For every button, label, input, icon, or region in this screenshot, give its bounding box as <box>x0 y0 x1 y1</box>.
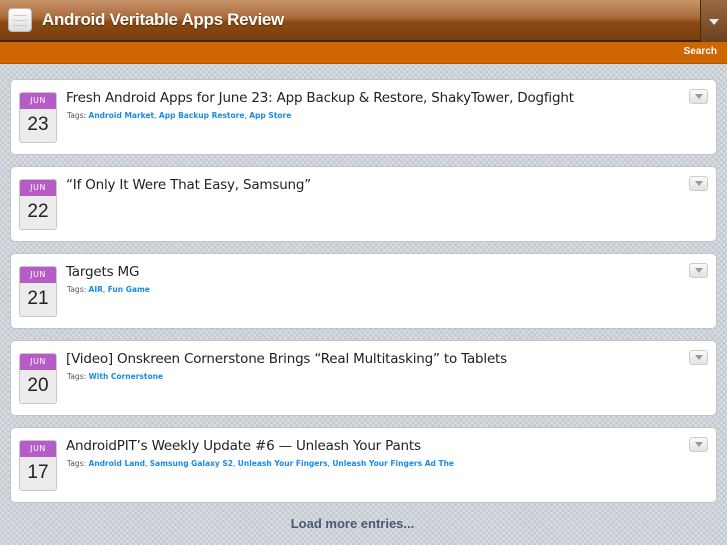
post-title[interactable]: [Video] Onskreen Cornerstone Brings “Rea… <box>66 351 507 367</box>
post-item[interactable]: JUN 23 Fresh Android Apps for June 23: Ap… <box>10 79 717 155</box>
tag-link[interactable]: AIR <box>89 285 103 294</box>
search-link[interactable]: Search <box>684 46 717 57</box>
post-item[interactable]: JUN 17 AndroidPIT’s Weekly Update #6 — Un… <box>10 427 717 503</box>
date-month: JUN <box>20 267 56 283</box>
post-tags: Tags: With Cornerstone <box>67 372 163 381</box>
post-title[interactable]: Fresh Android Apps for June 23: App Back… <box>66 90 574 106</box>
date-month: JUN <box>20 354 56 370</box>
post-title[interactable]: AndroidPIT’s Weekly Update #6 — Unleash … <box>66 438 421 454</box>
tags-label: Tags: <box>67 111 87 120</box>
post-tags: Tags: Android Market, App Backup Restore… <box>67 111 292 120</box>
date-badge: JUN 21 <box>19 266 57 317</box>
date-day: 22 <box>27 201 49 222</box>
tags-label: Tags: <box>67 285 87 294</box>
toolbar: Search <box>0 42 727 64</box>
post-options-button[interactable] <box>689 350 708 365</box>
load-more-button[interactable]: Load more entries... <box>0 516 705 531</box>
tags-label: Tags: <box>67 459 87 468</box>
date-day: 21 <box>27 288 49 309</box>
date-badge: JUN 17 <box>19 440 57 491</box>
date-month: JUN <box>20 180 56 196</box>
tags-label: Tags: <box>67 372 87 381</box>
tag-link[interactable]: Fun Game <box>108 285 150 294</box>
date-day: 20 <box>27 375 49 396</box>
post-title[interactable]: “If Only It Were That Easy, Samsung” <box>66 177 311 193</box>
tag-link[interactable]: App Store <box>249 111 291 120</box>
post-options-button[interactable] <box>689 263 708 278</box>
date-day: 23 <box>27 114 49 135</box>
app-logo-icon[interactable] <box>8 8 32 32</box>
post-tags: Tags: Android Land, Samsung Galaxy S2, U… <box>67 459 455 468</box>
post-options-button[interactable] <box>689 437 708 452</box>
date-month: JUN <box>20 441 56 457</box>
post-options-button[interactable] <box>689 89 708 104</box>
menu-dropdown-button[interactable] <box>700 0 727 42</box>
date-badge: JUN 20 <box>19 353 57 404</box>
tag-link[interactable]: Samsung Galaxy S2 <box>150 459 233 468</box>
post-item[interactable]: JUN 22 “If Only It Were That Easy, Samsun… <box>10 166 717 242</box>
tag-link[interactable]: With Cornerstone <box>89 372 164 381</box>
tag-link[interactable]: Android Market <box>89 111 155 120</box>
site-title[interactable]: Android Veritable Apps Review <box>42 10 284 30</box>
tag-link[interactable]: Unleash Your Fingers <box>238 459 328 468</box>
post-tags: Tags: AIR, Fun Game <box>67 285 150 294</box>
post-title[interactable]: Targets MG <box>66 264 139 280</box>
date-badge: JUN 22 <box>19 179 57 230</box>
post-item[interactable]: JUN 21 Targets MG Tags: AIR, Fun Game <box>10 253 717 329</box>
post-item[interactable]: JUN 20 [Video] Onskreen Cornerstone Bring… <box>10 340 717 416</box>
date-badge: JUN 23 <box>19 92 57 143</box>
tag-link[interactable]: Unleash Your Fingers Ad The <box>332 459 454 468</box>
app-header: Android Veritable Apps Review <box>0 0 727 42</box>
date-day: 17 <box>27 462 49 483</box>
date-month: JUN <box>20 93 56 109</box>
post-options-button[interactable] <box>689 176 708 191</box>
tag-link[interactable]: App Backup Restore <box>159 111 245 120</box>
tag-link[interactable]: Android Land <box>89 459 145 468</box>
